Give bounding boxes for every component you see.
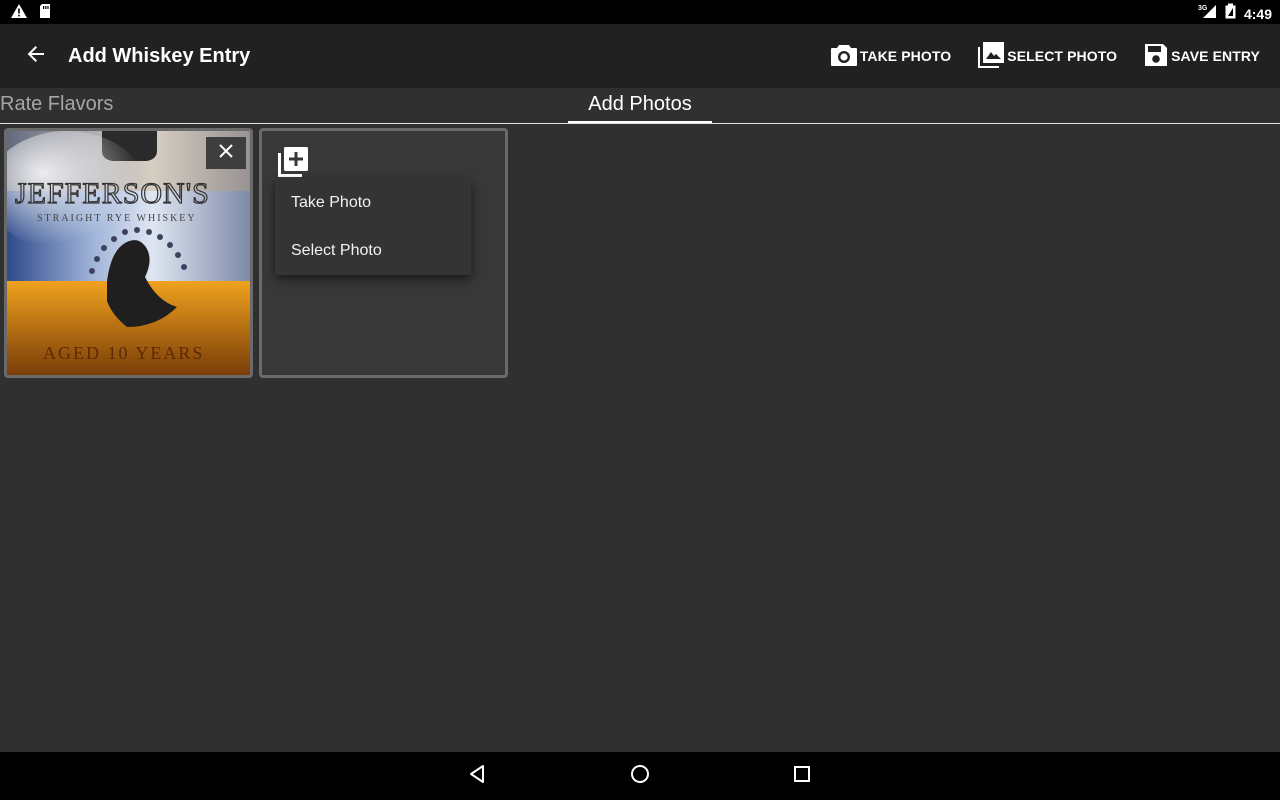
- select-photo-label: SELECT PHOTO: [1007, 48, 1118, 64]
- svg-text:STRAIGHT RYE WHISKEY: STRAIGHT RYE WHISKEY: [37, 213, 197, 224]
- home-circle-icon: [630, 764, 650, 789]
- take-photo-label: TAKE PHOTO: [859, 48, 952, 64]
- nav-home-button[interactable]: [620, 760, 660, 792]
- tab-add-photos[interactable]: Add Photos: [568, 88, 712, 123]
- select-photo-button[interactable]: SELECT PHOTO: [977, 40, 1117, 72]
- nav-back-button[interactable]: [458, 760, 498, 792]
- battery-icon: [1224, 3, 1238, 24]
- tab-bar: Rate Flavors Add Photos: [0, 88, 1280, 124]
- save-entry-button[interactable]: SAVE ENTRY: [1143, 40, 1260, 72]
- close-icon: [218, 143, 234, 164]
- camera-icon: [830, 43, 860, 70]
- svg-text:AGED 10 YEARS: AGED 10 YEARS: [43, 343, 204, 363]
- add-photo-card[interactable]: Take Photo Select Photo: [259, 128, 508, 378]
- navigation-bar: [0, 752, 1280, 800]
- add-to-photos-icon[interactable]: [276, 145, 310, 179]
- toolbar-actions: TAKE PHOTO SELECT PHOTO SAVE ENTRY: [804, 40, 1260, 72]
- page-title: Add Whiskey Entry: [68, 45, 251, 67]
- back-triangle-icon: [468, 764, 488, 789]
- take-photo-button[interactable]: TAKE PHOTO: [830, 40, 952, 72]
- back-button[interactable]: [16, 36, 56, 76]
- svg-text:3G: 3G: [1198, 5, 1208, 12]
- status-time: 4:49: [1243, 5, 1272, 22]
- warning-icon: [10, 3, 28, 24]
- nav-recents-button[interactable]: [782, 760, 822, 792]
- status-bar: 3G 4:49: [0, 0, 1280, 24]
- save-entry-label: SAVE ENTRY: [1171, 48, 1260, 64]
- signal-icon: 3G: [1198, 3, 1218, 24]
- remove-photo-button[interactable]: [206, 137, 246, 169]
- add-photo-menu: Take Photo Select Photo: [275, 179, 471, 275]
- photo-library-icon: [977, 41, 1007, 72]
- menu-item-take-photo[interactable]: Take Photo: [275, 179, 471, 227]
- app-bar: Add Whiskey Entry TAKE PHOTO SELECT PHOT…: [0, 24, 1280, 88]
- tab-rate-flavors[interactable]: Rate Flavors: [0, 88, 113, 123]
- recents-square-icon: [793, 765, 811, 788]
- svg-text:JEFFERSON'S: JEFFERSON'S: [15, 177, 210, 210]
- menu-item-select-photo[interactable]: Select Photo: [275, 227, 471, 275]
- arrow-back-icon: [26, 44, 46, 69]
- save-icon: [1143, 42, 1171, 71]
- photo-card[interactable]: JEFFERSON'S STRAIGHT RYE WHISKEY AGED 10…: [4, 128, 253, 378]
- sd-card-icon: [38, 3, 52, 24]
